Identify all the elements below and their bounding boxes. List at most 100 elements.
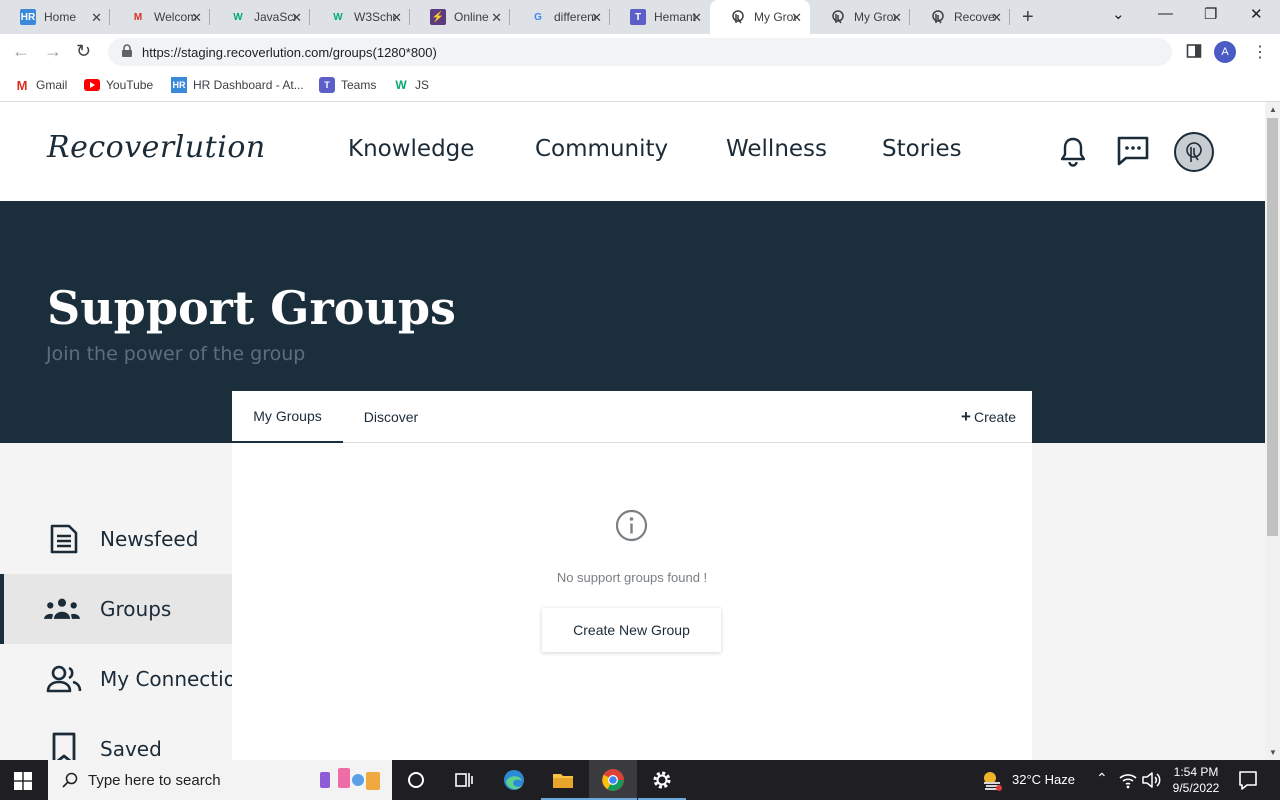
browser-toolbar: ← → ↻ https://staging.recoverlution.com/…	[0, 34, 1280, 70]
browser-tab[interactable]: Recoverlution ✕	[910, 0, 1010, 34]
lock-icon[interactable]	[120, 44, 134, 58]
recoverlution-favicon-icon	[830, 9, 846, 25]
chrome-icon[interactable]	[601, 768, 625, 792]
browser-tab-bar: HR Home ✕ M Welcome ✕ W JavaScript ✕ W W…	[0, 0, 1280, 34]
close-tab-icon[interactable]: ✕	[791, 10, 802, 26]
new-tab-icon[interactable]: +	[1022, 6, 1034, 29]
bookmarks-bar: M Gmail YouTube HR HR Dashboard - At... …	[0, 70, 1280, 102]
tab-title: Hemant	[654, 10, 696, 24]
minimize-icon[interactable]: —	[1158, 5, 1173, 22]
clock-time: 1:54 PM	[1173, 765, 1219, 779]
bookmark-hr-dashboard[interactable]: HR HR Dashboard - At...	[171, 77, 304, 93]
nav-stories[interactable]: Stories	[882, 136, 962, 162]
messages-icon[interactable]	[1117, 136, 1149, 166]
browser-tab[interactable]: ⚡ Online ✕	[410, 0, 510, 34]
groups-panel: My Groups Discover + Create No support g…	[232, 391, 1032, 760]
wifi-icon[interactable]	[1116, 768, 1140, 792]
sidebar-item-label: Saved	[100, 737, 162, 760]
weather-haze-icon[interactable]	[980, 768, 1004, 792]
youtube-icon	[84, 77, 100, 93]
bookmark-gmail[interactable]: M Gmail	[14, 77, 68, 93]
create-new-group-button[interactable]: Create New Group	[542, 608, 721, 652]
browser-tab[interactable]: HR Home ✕	[0, 0, 110, 34]
sidebar-item-connections[interactable]: My Connections	[0, 644, 259, 714]
close-tab-icon[interactable]: ✕	[191, 10, 202, 26]
weather-text[interactable]: 32°C Haze	[1012, 772, 1075, 787]
bookmark-label: Teams	[341, 78, 377, 92]
menu-icon[interactable]: ⋮	[1252, 42, 1268, 62]
scroll-up-arrow-icon[interactable]: ▲	[1269, 105, 1277, 114]
page-viewport: Recoverlution Knowledge Community Wellne…	[0, 102, 1265, 760]
notifications-icon[interactable]	[1236, 768, 1260, 792]
user-avatar[interactable]	[1174, 132, 1214, 172]
restore-icon[interactable]: ❐	[1204, 5, 1217, 23]
info-icon	[615, 509, 648, 542]
cortana-icon[interactable]	[404, 768, 428, 792]
browser-tab-active[interactable]: My Groups ✕	[710, 0, 810, 34]
bell-icon[interactable]	[1059, 136, 1087, 168]
recoverlution-mark-icon	[1186, 142, 1202, 162]
back-icon[interactable]: ←	[12, 41, 30, 62]
site-logo[interactable]: Recoverlution	[47, 130, 266, 165]
sidebar-item-newsfeed[interactable]: Newsfeed	[0, 504, 232, 574]
recoverlution-favicon-icon	[930, 9, 946, 25]
task-view-icon[interactable]	[452, 768, 476, 792]
bookmark-teams[interactable]: T Teams	[319, 77, 376, 93]
sidebar-item-saved[interactable]: Saved	[0, 714, 232, 760]
scrollbar-thumb[interactable]	[1267, 118, 1278, 536]
w3schools-favicon-icon: W	[333, 11, 343, 23]
page-scrollbar[interactable]: ▲ ▼	[1265, 102, 1280, 760]
close-tab-icon[interactable]: ✕	[991, 10, 1002, 26]
tab-search-icon[interactable]: ⌄	[1112, 5, 1125, 23]
bookmark-label: HR Dashboard - At...	[193, 78, 304, 92]
close-tab-icon[interactable]: ✕	[91, 10, 102, 26]
tab-title: Home	[44, 10, 77, 24]
scroll-down-arrow-icon[interactable]: ▼	[1269, 748, 1277, 757]
bookmark-youtube[interactable]: YouTube	[84, 77, 153, 93]
sidebar-item-groups[interactable]: Groups	[0, 574, 232, 644]
close-window-icon[interactable]: ✕	[1250, 5, 1263, 23]
windows-start-icon[interactable]	[14, 772, 32, 790]
nav-wellness[interactable]: Wellness	[726, 136, 827, 162]
forward-icon[interactable]: →	[44, 41, 62, 62]
bookmark-icon	[46, 731, 82, 760]
file-explorer-icon[interactable]	[551, 768, 575, 792]
taskbar-search-box[interactable]: Type here to search	[48, 760, 392, 800]
create-group-link[interactable]: + Create	[961, 407, 1016, 426]
close-tab-icon[interactable]: ✕	[491, 10, 502, 26]
tab-my-groups[interactable]: My Groups	[232, 391, 343, 443]
tab-discover[interactable]: Discover	[343, 391, 439, 443]
close-tab-icon[interactable]: ✕	[291, 10, 302, 26]
browser-tab[interactable]: W JavaScript ✕	[210, 0, 310, 34]
show-hidden-icons-icon[interactable]: ⌃	[1096, 770, 1108, 787]
browser-tab[interactable]: M Welcome ✕	[110, 0, 210, 34]
groups-tab-bar: My Groups Discover + Create	[232, 391, 1032, 443]
bookmark-label: JS	[415, 78, 430, 92]
edge-icon[interactable]	[502, 768, 526, 792]
close-tab-icon[interactable]: ✕	[691, 10, 702, 26]
browser-tab[interactable]: T Hemant ✕	[610, 0, 710, 34]
profile-avatar[interactable]: A	[1214, 41, 1236, 63]
create-label: Create	[973, 409, 1016, 425]
browser-tab[interactable]: G difference ✕	[510, 0, 610, 34]
w3schools-icon: W	[395, 78, 407, 92]
hr-icon: HR	[171, 77, 187, 93]
teams-icon: T	[319, 77, 335, 93]
browser-tab[interactable]: W W3Schools ✕	[310, 0, 410, 34]
plus-icon: +	[961, 407, 971, 426]
volume-icon[interactable]	[1139, 768, 1163, 792]
address-bar[interactable]: https://staging.recoverlution.com/groups…	[108, 38, 1172, 66]
nav-community[interactable]: Community	[535, 136, 668, 162]
close-tab-icon[interactable]: ✕	[891, 10, 902, 26]
settings-gear-icon[interactable]	[650, 768, 674, 792]
nav-knowledge[interactable]: Knowledge	[348, 136, 474, 162]
side-panel-icon[interactable]	[1186, 43, 1202, 59]
close-tab-icon[interactable]: ✕	[391, 10, 402, 26]
browser-tab[interactable]: My Groups ✕	[810, 0, 910, 34]
teams-favicon-icon: T	[630, 9, 646, 25]
close-tab-icon[interactable]: ✕	[591, 10, 602, 26]
reload-icon[interactable]: ↻	[76, 41, 91, 62]
bookmark-js[interactable]: W JS	[393, 77, 429, 93]
bookmark-label: YouTube	[106, 78, 154, 92]
system-clock[interactable]: 1:54 PM 9/5/2022	[1166, 764, 1226, 796]
